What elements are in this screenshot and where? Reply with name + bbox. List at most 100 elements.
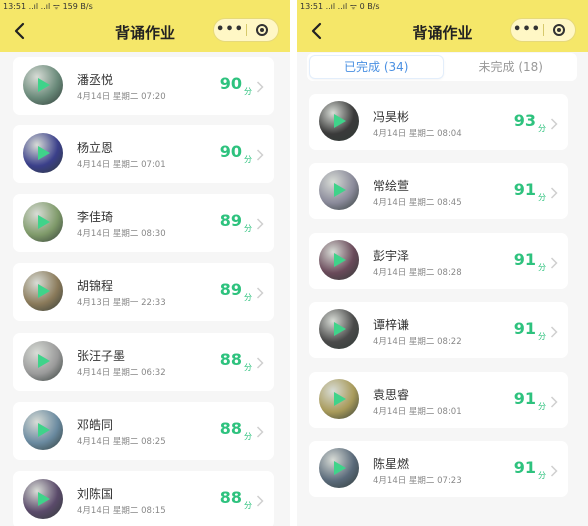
chevron-right-icon (256, 215, 264, 230)
score-unit: 分 (244, 432, 252, 441)
avatar (319, 379, 359, 419)
left-screen: 潘丞悦 4月14日 星期二 07:20 90 分 杨立恩 4月14日 星期二 0… (0, 0, 290, 526)
avatar (319, 309, 359, 349)
submit-time: 4月14日 星期二 08:45 (373, 198, 462, 208)
submit-time: 4月14日 星期二 08:01 (373, 407, 462, 417)
student-card[interactable]: 常绘萱 4月14日 星期二 08:45 91 分 (309, 163, 568, 219)
avatar (319, 240, 359, 280)
score-value: 88 (219, 488, 242, 507)
chevron-right-icon (550, 115, 558, 130)
chevron-right-icon (256, 354, 264, 369)
student-card[interactable]: 彭宇泽 4月14日 星期二 08:28 91 分 (309, 233, 568, 289)
score-unit: 分 (244, 363, 252, 372)
tab-completed[interactable]: 已完成 (34) (310, 56, 443, 78)
play-icon (334, 183, 346, 197)
score-unit: 分 (244, 224, 252, 233)
score-value: 90 (219, 142, 242, 161)
student-card[interactable]: 袁思睿 4月14日 星期二 08:01 91 分 (309, 372, 568, 428)
play-icon (38, 215, 50, 229)
student-card[interactable]: 张汪子墨 4月14日 星期二 06:32 88 分 (13, 333, 274, 391)
score-value: 91 (513, 458, 536, 477)
chevron-right-icon (256, 78, 264, 93)
student-name: 李佳琦 (77, 210, 114, 224)
student-card[interactable]: 邓皓同 4月14日 星期二 08:25 88 分 (13, 402, 274, 460)
chevron-right-icon (550, 393, 558, 408)
student-name: 谭梓谦 (373, 318, 410, 332)
score-unit: 分 (538, 124, 546, 133)
score-value: 90 (219, 74, 242, 93)
score-unit: 分 (244, 501, 252, 510)
student-name: 常绘萱 (373, 179, 410, 193)
status-tabs: 已完成 (34) 未完成 (18) (307, 53, 577, 81)
submit-time: 4月14日 星期二 08:22 (373, 337, 462, 347)
play-icon (38, 423, 50, 437)
score-unit: 分 (244, 155, 252, 164)
score-unit: 分 (538, 263, 546, 272)
score-value: 89 (219, 211, 242, 230)
chevron-right-icon (256, 492, 264, 507)
tab-incomplete[interactable]: 未完成 (18) (445, 53, 578, 81)
submit-time: 4月14日 星期二 08:30 (77, 229, 166, 239)
play-icon (334, 322, 346, 336)
student-name: 杨立恩 (77, 141, 114, 155)
back-arrow-icon[interactable] (12, 22, 28, 40)
play-icon (334, 461, 346, 475)
student-card[interactable]: 谭梓谦 4月14日 星期二 08:22 91 分 (309, 302, 568, 358)
score-unit: 分 (538, 332, 546, 341)
score-value: 91 (513, 250, 536, 269)
submit-time: 4月14日 星期二 07:01 (77, 160, 166, 170)
chevron-right-icon (550, 184, 558, 199)
student-card[interactable]: 潘丞悦 4月14日 星期二 07:20 90 分 (13, 57, 274, 115)
student-card[interactable]: 冯昊彬 4月14日 星期二 08:04 93 分 (309, 94, 568, 150)
student-name: 张汪子墨 (77, 349, 126, 363)
play-icon (38, 354, 50, 368)
submit-time: 4月14日 星期二 08:28 (373, 268, 462, 278)
score-unit: 分 (538, 193, 546, 202)
status-bar: 13:51 ..ıl ..ıl ᯤ 0 B/s (300, 2, 380, 11)
score-value: 91 (513, 389, 536, 408)
student-card[interactable]: 陈星燃 4月14日 星期二 07:23 91 分 (309, 441, 568, 497)
mini-program-capsule: ••• (510, 18, 576, 42)
submit-time: 4月13日 星期一 22:33 (77, 298, 166, 308)
chevron-right-icon (550, 462, 558, 477)
avatar (319, 448, 359, 488)
more-menu-button[interactable]: ••• (511, 19, 543, 41)
avatar (23, 341, 63, 381)
student-name: 邓皓同 (77, 418, 114, 432)
score-value: 89 (219, 280, 242, 299)
student-card[interactable]: 刘陈国 4月14日 星期二 08:15 88 分 (13, 471, 274, 526)
submit-time: 4月14日 星期二 08:04 (373, 129, 462, 139)
submit-time: 4月14日 星期二 07:23 (373, 476, 462, 486)
student-card[interactable]: 杨立恩 4月14日 星期二 07:01 90 分 (13, 125, 274, 183)
play-icon (38, 78, 50, 92)
right-screen: 13:51 ..ıl ..ıl ᯤ 0 B/s 背诵作业 ••• 已完成 (34… (297, 0, 588, 526)
score-value: 88 (219, 419, 242, 438)
student-name: 胡锦程 (77, 279, 114, 293)
more-menu-button[interactable]: ••• (214, 19, 246, 41)
student-card[interactable]: 李佳琦 4月14日 星期二 08:30 89 分 (13, 194, 274, 252)
nav-bar: 13:51 ..ıl ..ıl ᯤ 159 B/s 背诵作业 ••• (0, 0, 290, 52)
student-name: 彭宇泽 (373, 249, 410, 263)
chevron-right-icon (256, 423, 264, 438)
submit-time: 4月14日 星期二 07:20 (77, 92, 166, 102)
chevron-right-icon (256, 146, 264, 161)
avatar (319, 101, 359, 141)
screen-divider (290, 0, 297, 526)
score-unit: 分 (538, 402, 546, 411)
nav-bar: 13:51 ..ıl ..ıl ᯤ 0 B/s 背诵作业 ••• (297, 0, 588, 52)
avatar (319, 170, 359, 210)
close-target-icon[interactable] (247, 24, 278, 36)
avatar (23, 65, 63, 105)
student-name: 潘丞悦 (77, 73, 114, 87)
play-icon (38, 146, 50, 160)
avatar (23, 202, 63, 242)
score-value: 91 (513, 319, 536, 338)
play-icon (334, 392, 346, 406)
play-icon (334, 114, 346, 128)
student-name: 陈星燃 (373, 457, 410, 471)
student-card[interactable]: 胡锦程 4月13日 星期一 22:33 89 分 (13, 263, 274, 321)
back-arrow-icon[interactable] (309, 22, 325, 40)
close-target-icon[interactable] (544, 24, 575, 36)
score-value: 93 (513, 111, 536, 130)
student-name: 袁思睿 (373, 388, 410, 402)
